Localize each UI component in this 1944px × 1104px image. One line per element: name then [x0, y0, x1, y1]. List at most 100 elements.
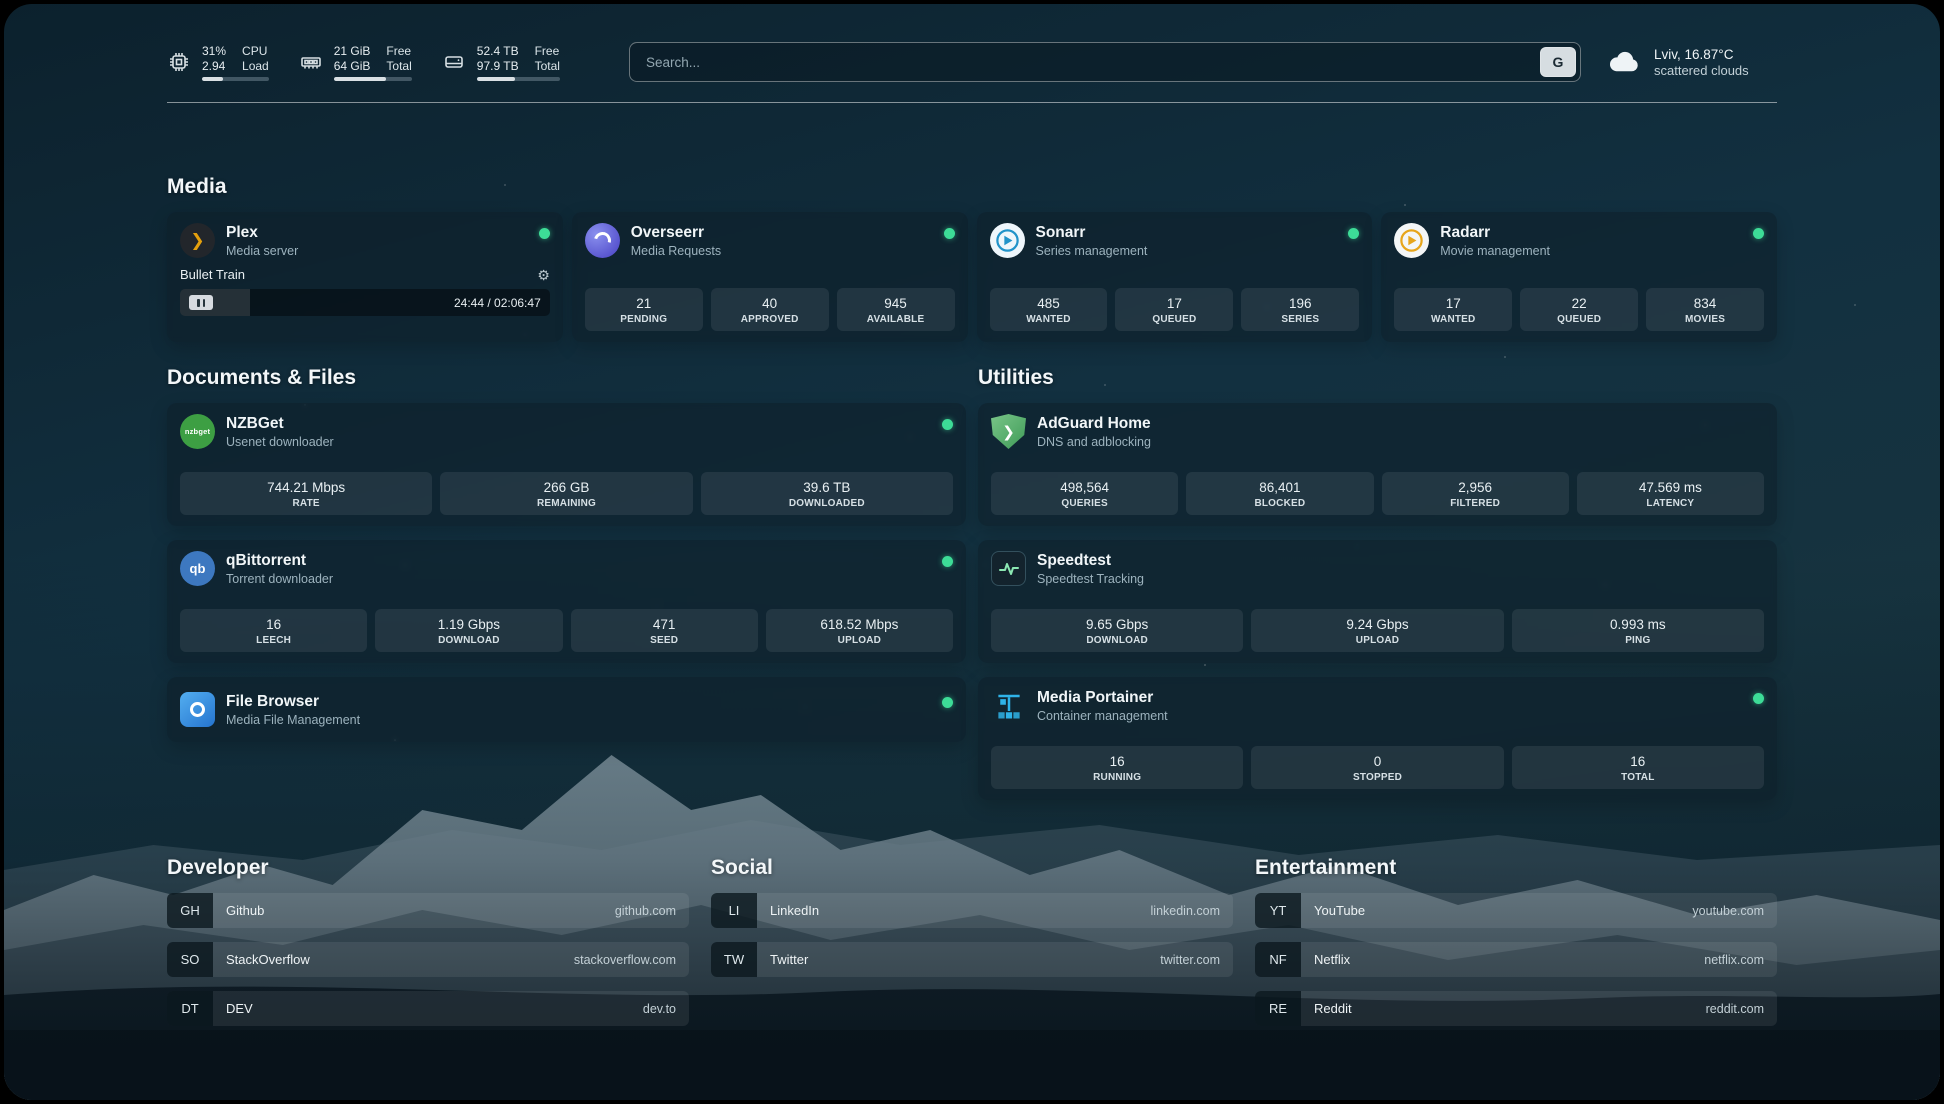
- stat-tile-queries: 498,564QUERIES: [991, 472, 1178, 515]
- bookmark-url: stackoverflow.com: [574, 942, 689, 977]
- service-card-nzbget[interactable]: nzbgetNZBGetUsenet downloader744.21 Mbps…: [167, 403, 966, 526]
- stat-tile-remaining: 266 GBREMAINING: [440, 472, 692, 515]
- service-card-qbittorrent[interactable]: qbqBittorrentTorrent downloader 16 LEECH 1.…: [167, 540, 966, 663]
- stat-value: 40: [715, 295, 825, 312]
- stat-label: LATENCY: [1581, 498, 1760, 509]
- service-description: Container management: [1037, 709, 1168, 723]
- stat-label: REMAINING: [444, 498, 688, 509]
- memory-values: 21 GiB64 GiB: [334, 44, 371, 73]
- service-card-header: SpeedtestSpeedtest Tracking: [991, 551, 1764, 586]
- bookmark-url: dev.to: [643, 991, 689, 1026]
- section-title-developer: Developer: [167, 856, 689, 880]
- search-provider-button[interactable]: G: [1540, 47, 1576, 77]
- stat-label: QUEUED: [1119, 314, 1229, 325]
- system-widgets: 31%2.94CPULoad21 GiB64 GiBFreeTotal52.4 …: [167, 44, 603, 81]
- sonarr-icon: [990, 223, 1025, 258]
- stat-tile-filtered: 2,956FILTERED: [1382, 472, 1569, 515]
- bookmark-stackoverflow[interactable]: SOStackOverflowstackoverflow.com: [167, 942, 689, 977]
- service-stats: 744.21 MbpsRATE266 GBREMAINING39.6 TBDOW…: [180, 472, 953, 515]
- service-card-header: File BrowserMedia File Management: [180, 692, 953, 727]
- status-dot: [1753, 228, 1764, 239]
- stat-label: TOTAL: [1516, 772, 1760, 783]
- stat-tile-movies: 834MOVIES: [1646, 288, 1764, 331]
- service-card-overseerr[interactable]: OverseerrMedia Requests21PENDING40APPROV…: [572, 212, 968, 342]
- service-description: Media Requests: [631, 244, 721, 258]
- stat-tile-running: 16RUNNING: [991, 746, 1243, 789]
- bookmark-reddit[interactable]: RERedditreddit.com: [1255, 991, 1777, 1026]
- bookmark-dev[interactable]: DTDEV dev.to: [167, 991, 689, 1026]
- stat-value: 47.569 ms: [1581, 479, 1760, 496]
- pause-bar-icon: [197, 299, 200, 307]
- bookmark-name: YouTube: [1301, 893, 1365, 928]
- pause-button[interactable]: [189, 295, 213, 310]
- section-utilities: Utilities ❯AdGuard HomeDNS and adblockin…: [978, 366, 1777, 800]
- service-card-header: qbqBittorrentTorrent downloader: [180, 551, 953, 586]
- stat-value: 16: [184, 616, 363, 633]
- bookmark-twitter[interactable]: TWTwittertwitter.com: [711, 942, 1233, 977]
- speedtest-icon: [991, 551, 1026, 586]
- bookmark-github[interactable]: GHGithubgithub.com: [167, 893, 689, 928]
- stat-value: 17: [1398, 295, 1508, 312]
- service-description: Torrent downloader: [226, 572, 333, 586]
- bookmark-name: StackOverflow: [213, 942, 310, 977]
- stat-label: AVAILABLE: [841, 314, 951, 325]
- bookmark-abbr: DT: [167, 991, 213, 1026]
- service-card-sonarr[interactable]: SonarrSeries management 485WANTED17QUEUED…: [977, 212, 1373, 342]
- memory-label: Free: [386, 44, 411, 58]
- disk-icon: [442, 50, 466, 74]
- bookmark-url: netflix.com: [1704, 942, 1777, 977]
- stat-tile-seed: 471SEED: [571, 609, 758, 652]
- stat-label: PENDING: [589, 314, 699, 325]
- service-card-plex[interactable]: ❯PlexMedia serverBullet Train⚙24:44 / 02…: [167, 212, 563, 342]
- service-card-media-portainer[interactable]: Media PortainerContainer management 16RUN…: [978, 677, 1777, 800]
- settings-gear-icon[interactable]: ⚙: [537, 268, 550, 282]
- service-card-speedtest[interactable]: SpeedtestSpeedtest Tracking 9.65 GbpsDOWN…: [978, 540, 1777, 663]
- status-dot: [942, 556, 953, 567]
- service-card-header: SonarrSeries management: [990, 223, 1360, 258]
- memory-value: 64 GiB: [334, 59, 371, 73]
- service-stats: 485WANTED17QUEUED196SERIES: [990, 288, 1360, 331]
- stat-value: 9.65 Gbps: [995, 616, 1239, 633]
- bookmark-url: linkedin.com: [1151, 893, 1233, 928]
- service-stats: 498,564QUERIES86,401BLOCKED2,956FILTERED…: [991, 472, 1764, 515]
- stat-label: QUEUED: [1524, 314, 1634, 325]
- stat-tile-download: 9.65 GbpsDOWNLOAD: [991, 609, 1243, 652]
- disk-progress-bar: [477, 77, 560, 81]
- stat-value: 9.24 Gbps: [1255, 616, 1499, 633]
- stat-label: WANTED: [994, 314, 1104, 325]
- section-title-utilities: Utilities: [978, 366, 1777, 390]
- stat-value: 744.21 Mbps: [184, 479, 428, 496]
- stat-tile-download: 1.19 GbpsDOWNLOAD: [375, 609, 562, 652]
- cpu-icon: [167, 50, 191, 74]
- search-input[interactable]: [634, 55, 1540, 70]
- bookmark-name: Reddit: [1301, 991, 1352, 1026]
- bookmark-linkedin[interactable]: LILinkedInlinkedin.com: [711, 893, 1233, 928]
- section-title-documents-files: Documents & Files: [167, 366, 966, 390]
- bookmark-url: youtube.com: [1692, 893, 1777, 928]
- service-name: Radarr: [1440, 224, 1550, 242]
- service-card-adguard-home[interactable]: ❯AdGuard HomeDNS and adblocking498,564QU…: [978, 403, 1777, 526]
- service-card-header: Media PortainerContainer management: [991, 688, 1764, 723]
- bookmark-youtube[interactable]: YTYouTubeyoutube.com: [1255, 893, 1777, 928]
- bookmark-abbr: NF: [1255, 942, 1301, 977]
- bookmark-list: YTYouTubeyoutube.comNFNetflixnetflix.com…: [1255, 893, 1777, 1026]
- service-card-radarr[interactable]: RadarrMovie management17WANTED22QUEUED83…: [1381, 212, 1777, 342]
- stat-label: LEECH: [184, 635, 363, 646]
- bookmark-netflix[interactable]: NFNetflix netflix.com: [1255, 942, 1777, 977]
- stat-value: 0.993 ms: [1516, 616, 1760, 633]
- playback-bar[interactable]: 24:44 / 02:06:47: [180, 289, 550, 316]
- weather-text: Lviv, 16.87°C scattered clouds: [1654, 47, 1749, 78]
- bookmark-name: Netflix: [1301, 942, 1350, 977]
- weather-location: Lviv, 16.87°C: [1654, 47, 1749, 62]
- adguard-icon: ❯: [991, 414, 1026, 449]
- cpu-progress-fill: [202, 77, 223, 81]
- service-name: Sonarr: [1036, 224, 1148, 242]
- stat-label: APPROVED: [715, 314, 825, 325]
- bookmark-name: DEV: [213, 991, 253, 1026]
- bookmark-abbr: GH: [167, 893, 213, 928]
- now-playing-row: Bullet Train⚙: [180, 267, 550, 282]
- disk-readout: 52.4 TB97.9 TBFreeTotal: [477, 44, 560, 81]
- bookmark-url: reddit.com: [1706, 991, 1777, 1026]
- service-card-file-browser[interactable]: File BrowserMedia File Management: [167, 677, 966, 742]
- stat-label: UPLOAD: [1255, 635, 1499, 646]
